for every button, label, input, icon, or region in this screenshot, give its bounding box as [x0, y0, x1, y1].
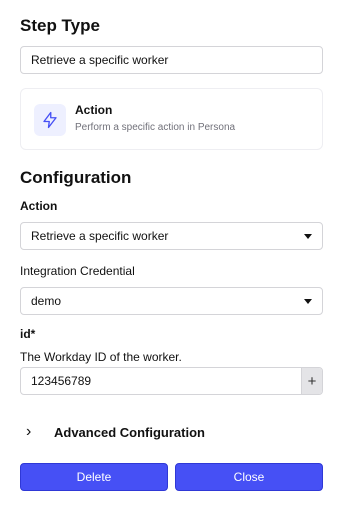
action-card-description: Perform a specific action in Persona [75, 122, 236, 133]
add-id-button[interactable]: + [301, 368, 322, 394]
id-label: id* [20, 327, 36, 341]
caret-down-icon [304, 298, 312, 304]
advanced-configuration-label: Advanced Configuration [54, 425, 205, 440]
delete-button-label: Delete [76, 470, 112, 484]
credential-select[interactable]: demo [20, 287, 323, 315]
close-button[interactable]: Close [175, 463, 323, 491]
action-select[interactable]: Retrieve a specific worker [20, 222, 323, 250]
action-select-value: Retrieve a specific worker [31, 229, 169, 243]
lightning-bolt-icon [34, 104, 66, 136]
delete-button[interactable]: Delete [20, 463, 168, 491]
id-input[interactable]: 123456789 + [20, 367, 323, 395]
credential-select-value: demo [31, 294, 62, 308]
credential-label: Integration Credential [20, 264, 135, 278]
step-type-input[interactable]: Retrieve a specific worker [20, 46, 323, 74]
action-label: Action [20, 199, 58, 213]
id-description: The Workday ID of the worker. [20, 350, 182, 364]
action-card-title: Action [75, 103, 113, 117]
configuration-heading: Configuration [20, 168, 132, 187]
action-type-card[interactable]: Action Perform a specific action in Pers… [20, 88, 323, 150]
step-type-heading: Step Type [20, 16, 100, 35]
caret-down-icon [304, 233, 312, 239]
step-type-value: Retrieve a specific worker [31, 53, 169, 67]
chevron-right-icon: › [26, 423, 32, 440]
advanced-configuration-toggle[interactable]: › Advanced Configuration [20, 423, 323, 443]
id-input-value: 123456789 [31, 374, 92, 388]
plus-icon: + [307, 372, 317, 390]
close-button-label: Close [233, 470, 265, 484]
